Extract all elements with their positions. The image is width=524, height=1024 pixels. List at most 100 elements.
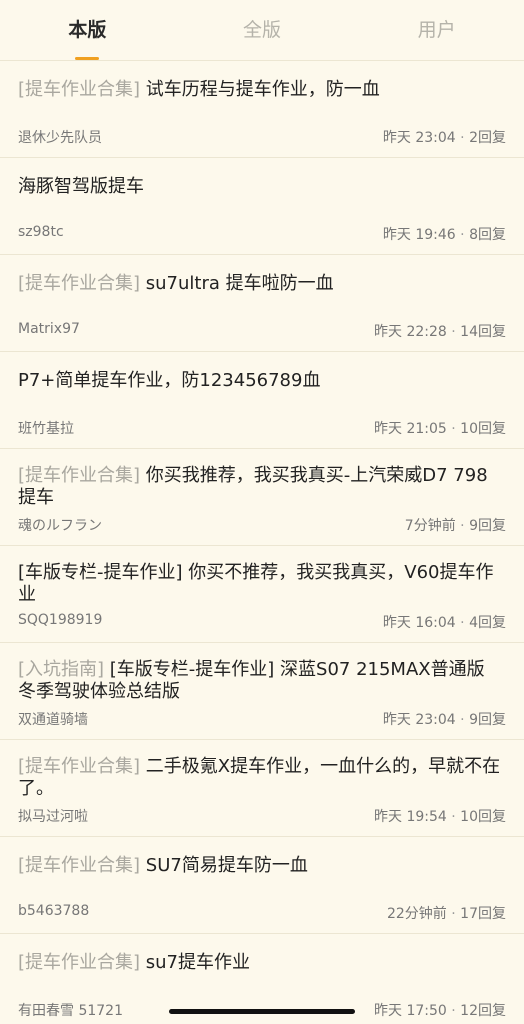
thread-time: 22分钟前 — [386, 906, 447, 922]
tab-users[interactable]: 用户 — [349, 0, 524, 60]
thread-title: [提车作业合集] 二手极氪X提车作业，一血什么的，早就不在了。 — [18, 756, 502, 800]
meta-separator: · — [455, 130, 470, 146]
meta-separator: · — [446, 324, 461, 340]
thread-time: 昨天 23:04 — [382, 712, 456, 728]
thread-replies: 10回复 — [460, 809, 506, 825]
thread-stats: 昨天 21:05 · 10回复 — [374, 418, 506, 438]
thread-item[interactable]: [提车作业合集] su7ultra 提车啦防一血 Matrix97 昨天 22:2… — [0, 255, 524, 352]
thread-title-text: 试车历程与提车作业，防一血 — [140, 79, 380, 100]
meta-separator: · — [455, 518, 470, 534]
thread-title-text: su7提车作业 — [140, 952, 251, 973]
home-indicator[interactable] — [169, 1009, 355, 1014]
thread-replies: 10回复 — [460, 421, 506, 437]
thread-tag: [提车作业合集] — [18, 465, 141, 486]
thread-title: [提车作业合集] su7ultra 提车啦防一血 — [18, 273, 502, 295]
thread-meta: SQQ198919 昨天 16:04 · 4回复 — [18, 612, 506, 632]
thread-replies: 2回复 — [469, 130, 506, 146]
thread-author[interactable]: b5463788 — [18, 903, 89, 919]
thread-item[interactable]: [提车作业合集] 试车历程与提车作业，防一血 退休少先队员 昨天 23:04 · … — [0, 61, 524, 158]
thread-time: 昨天 22:28 — [374, 324, 447, 340]
meta-separator: · — [446, 1003, 461, 1019]
active-tab-indicator — [75, 57, 100, 60]
thread-meta: 拟马过河啦 昨天 19:54 · 10回复 — [18, 806, 506, 826]
thread-tag: [提车作业合集] — [18, 273, 141, 294]
thread-meta: Matrix97 昨天 22:28 · 14回复 — [18, 321, 506, 341]
thread-item[interactable]: [提车作业合集] 二手极氪X提车作业，一血什么的，早就不在了。 拟马过河啦 昨天 … — [0, 740, 524, 837]
thread-tag: [入坑指南] — [18, 659, 105, 680]
thread-time: 7分钟前 — [404, 518, 456, 534]
thread-tag: [提车作业合集] — [18, 79, 141, 100]
thread-meta: sz98tc 昨天 19:46 · 8回复 — [18, 224, 506, 244]
thread-replies: 9回复 — [469, 712, 506, 728]
thread-tag: [提车作业合集] — [18, 952, 141, 973]
thread-author[interactable]: SQQ198919 — [18, 612, 102, 628]
meta-separator: · — [455, 615, 470, 631]
meta-separator: · — [455, 227, 470, 243]
thread-title-text: su7ultra 提车啦防一血 — [140, 273, 334, 294]
thread-tag: [提车作业合集] — [18, 855, 141, 876]
thread-stats: 22分钟前 · 17回复 — [387, 903, 506, 923]
thread-title: [提车作业合集] 你买我推荐，我买我真买-上汽荣威D7 798提车 — [18, 465, 502, 509]
thread-item[interactable]: [提车作业合集] SU7简易提车防一血 b5463788 22分钟前 · 17回复 — [0, 837, 524, 934]
meta-separator: · — [446, 906, 461, 922]
thread-meta: b5463788 22分钟前 · 17回复 — [18, 903, 506, 923]
thread-meta: 退休少先队员 昨天 23:04 · 2回复 — [18, 127, 506, 147]
meta-separator: · — [455, 712, 470, 728]
thread-replies: 9回复 — [469, 518, 506, 534]
thread-author[interactable]: 双通道骑墙 — [18, 709, 88, 729]
thread-stats: 昨天 16:04 · 4回复 — [383, 612, 506, 632]
thread-time: 昨天 23:04 — [382, 130, 456, 146]
app: 本版 全版 用户 [提车作业合集] 试车历程与提车作业，防一血 退休少先队员昨天… — [0, 0, 524, 1024]
thread-author[interactable]: 退休少先队员 — [18, 127, 102, 147]
tab-this-board[interactable]: 本版 — [0, 0, 175, 60]
tab-label: 全版 — [243, 19, 282, 41]
thread-item[interactable]: [入坑指南] [车版专栏-提车作业] 深蓝S07 215MAX普通版冬季驾驶体验… — [0, 643, 524, 740]
thread-stats: 昨天 22:28 · 14回复 — [374, 321, 506, 341]
thread-stats: 昨天 19:54 · 10回复 — [374, 806, 506, 826]
thread-title: [提车作业合集] SU7简易提车防一血 — [18, 855, 502, 877]
meta-separator: · — [446, 809, 461, 825]
thread-stats: 昨天 23:04 · 9回复 — [383, 709, 506, 729]
tab-all-boards[interactable]: 全版 — [175, 0, 350, 60]
thread-time: 昨天 16:04 — [382, 615, 456, 631]
thread-title: [提车作业合集] 试车历程与提车作业，防一血 — [18, 79, 502, 101]
thread-title-text: P7+简单提车作业，防123456789血 — [18, 370, 321, 391]
thread-item[interactable]: [提车作业合集] 你买我推荐，我买我真买-上汽荣威D7 798提车 魂のルフラン… — [0, 449, 524, 546]
thread-item[interactable]: P7+简单提车作业，防123456789血 班竹基拉 昨天 21:05 · 10回… — [0, 352, 524, 449]
thread-stats: 昨天 19:46 · 8回复 — [383, 224, 506, 244]
thread-author[interactable]: sz98tc — [18, 224, 64, 240]
thread-author[interactable]: 拟马过河啦 — [18, 806, 88, 826]
thread-author[interactable]: 魂のルフラン — [18, 515, 102, 535]
thread-item[interactable]: [车版专栏-提车作业] 你买不推荐，我买我真买，V60提车作业 SQQ19891… — [0, 546, 524, 643]
meta-separator: · — [446, 421, 461, 437]
thread-stats: 昨天 23:04 · 2回复 — [383, 127, 506, 147]
thread-title: [车版专栏-提车作业] 你买不推荐，我买我真买，V60提车作业 — [18, 562, 502, 606]
thread-time: 昨天 17:50 — [374, 1003, 447, 1019]
thread-list: [提车作业合集] 试车历程与提车作业，防一血 退休少先队员 昨天 23:04 · … — [0, 61, 524, 1024]
thread-meta: 魂のルフラン 7分钟前 · 9回复 — [18, 515, 506, 535]
thread-meta: 双通道骑墙 昨天 23:04 · 9回复 — [18, 709, 506, 729]
tab-bar: 本版 全版 用户 — [0, 0, 524, 61]
tab-label: 用户 — [417, 19, 456, 41]
thread-time: 昨天 19:46 — [382, 227, 456, 243]
thread-author[interactable]: 有田春雪 51721 — [18, 1000, 123, 1020]
thread-tag: [提车作业合集] — [18, 756, 141, 777]
thread-replies: 4回复 — [469, 615, 506, 631]
thread-title: P7+简单提车作业，防123456789血 — [18, 370, 502, 392]
thread-replies: 12回复 — [460, 1003, 506, 1019]
thread-author[interactable]: Matrix97 — [18, 321, 80, 337]
thread-replies: 17回复 — [460, 906, 506, 922]
thread-title-text: 海豚智驾版提车 — [18, 176, 144, 197]
thread-stats: 昨天 17:50 · 12回复 — [374, 1000, 506, 1020]
thread-title: [提车作业合集] su7提车作业 — [18, 952, 502, 974]
thread-title: 海豚智驾版提车 — [18, 176, 502, 198]
thread-replies: 8回复 — [469, 227, 506, 243]
thread-replies: 14回复 — [460, 324, 506, 340]
thread-title: [入坑指南] [车版专栏-提车作业] 深蓝S07 215MAX普通版冬季驾驶体验… — [18, 659, 502, 703]
thread-time: 昨天 19:54 — [374, 809, 447, 825]
thread-author[interactable]: 班竹基拉 — [18, 418, 74, 438]
thread-stats: 7分钟前 · 9回复 — [405, 515, 506, 535]
thread-item[interactable]: 海豚智驾版提车 sz98tc 昨天 19:46 · 8回复 — [0, 158, 524, 255]
thread-time: 昨天 21:05 — [374, 421, 447, 437]
thread-meta: 班竹基拉 昨天 21:05 · 10回复 — [18, 418, 506, 438]
